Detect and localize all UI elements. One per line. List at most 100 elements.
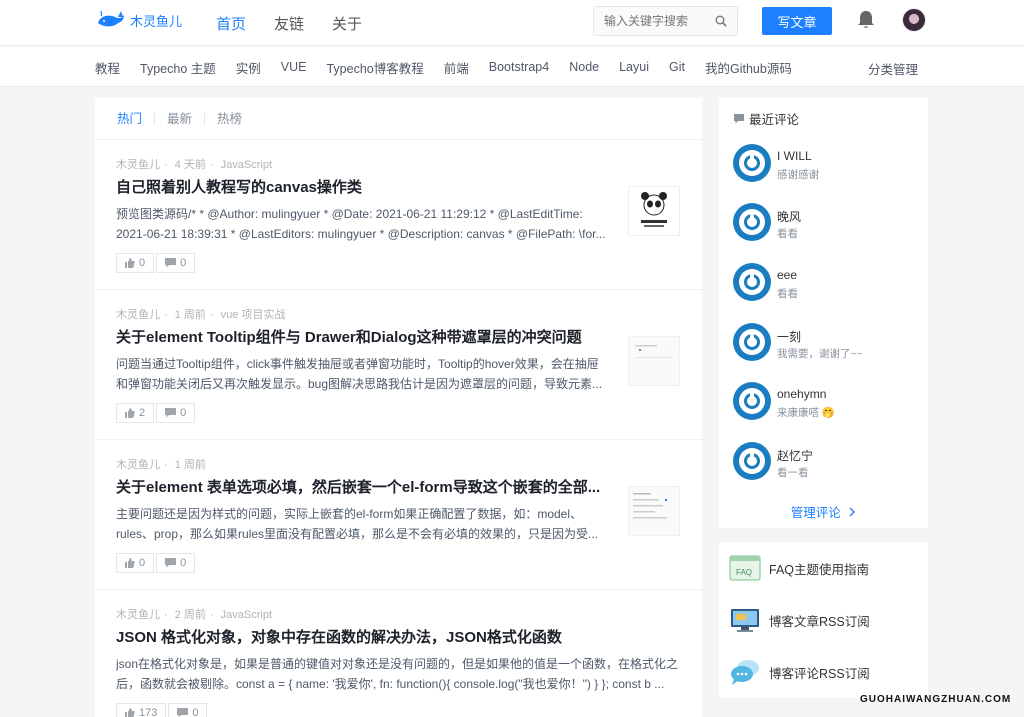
category-item[interactable]: VUE [281, 60, 307, 74]
main-nav: 首页 友链 关于 [216, 0, 362, 46]
article-rss-link[interactable]: 博客文章RSS订阅 [729, 605, 870, 635]
search-icon[interactable] [715, 15, 727, 27]
article-category[interactable]: vue 项目实战 [221, 309, 286, 321]
comment-icon [177, 708, 189, 717]
article-excerpt: 问题当通过Tooltip组件，click事件触发抽屉或者弹窗功能时，Toolti… [116, 357, 603, 391]
thumbs-up-icon [125, 558, 135, 568]
watermark: GUOHAIWANGZHUAN.COM [860, 694, 1012, 705]
like-count: 0 [139, 257, 146, 269]
manage-comments-link[interactable]: 管理评论 [719, 502, 928, 521]
category-manage-link[interactable]: 分类管理 [868, 59, 918, 78]
chat-bubble-icon [731, 660, 759, 685]
nav-home[interactable]: 首页 [216, 13, 246, 34]
article-item: 木灵鱼儿 · 4 天前 · JavaScript 自己照着别人教程写的canvas操… [95, 140, 702, 290]
whale-icon [98, 10, 124, 27]
article-excerpt: 主要问题还是因为样式的问题，实际上嵌套的el-form如果正确配置了数据，如：m… [116, 507, 599, 541]
comment-item[interactable]: I WILL 感谢感谢 [733, 140, 923, 188]
nav-links[interactable]: 友链 [274, 13, 304, 34]
article-author[interactable]: 木灵鱼儿 [116, 609, 160, 621]
category-item[interactable]: Layui [619, 60, 649, 74]
comment-icon [165, 558, 177, 568]
comment-button[interactable]: 0 [156, 253, 196, 273]
thumbs-up-icon [125, 708, 135, 717]
commenter-name: 一刻 [777, 330, 802, 344]
bell-icon[interactable] [857, 10, 875, 30]
logo[interactable]: 木灵鱼儿 [96, 8, 182, 32]
like-count: 0 [139, 557, 146, 569]
tab-ranking[interactable]: 热榜 [204, 112, 254, 125]
like-count: 173 [139, 707, 158, 717]
comment-text: 看看 [777, 288, 798, 300]
article-thumbnail[interactable] [628, 186, 680, 236]
category-bar: 教程 Typecho 主题 实例 VUE Typecho博客教程 前端 Boot… [0, 47, 1024, 87]
article-author[interactable]: 木灵鱼儿 [116, 159, 160, 171]
article-title[interactable]: 关于element Tooltip组件与 Drawer和Dialog这种带遮罩层… [116, 326, 606, 347]
article-thumbnail[interactable] [628, 336, 680, 386]
chevron-right-icon [849, 507, 856, 517]
comment-rss-link[interactable]: 博客评论RSS订阅 [729, 657, 870, 687]
article-tabs: 热门 最新 热榜 [95, 98, 702, 140]
article-item: 木灵鱼儿 · 1 周前 · vue 项目实战 关于element Tooltip组件… [95, 290, 702, 440]
article-actions: 0 0 [116, 553, 196, 573]
like-count: 2 [139, 407, 146, 419]
search-input[interactable] [594, 7, 704, 35]
article-title[interactable]: 自己照着别人教程写的canvas操作类 [116, 176, 606, 197]
comment-button[interactable]: 0 [156, 553, 196, 573]
screenshot-image [629, 487, 679, 535]
like-button[interactable]: 173 [116, 703, 167, 717]
comment-item[interactable]: 一刻 我需要，谢谢了~~ [733, 319, 923, 367]
write-article-button[interactable]: 写文章 [762, 7, 832, 35]
category-item[interactable]: Git [669, 60, 685, 74]
like-button[interactable]: 2 [116, 403, 155, 423]
commenter-avatar [733, 263, 771, 301]
comment-button[interactable]: 0 [168, 703, 208, 717]
article-time: 4 天前 [174, 159, 206, 171]
category-item[interactable]: Typecho 主题 [140, 58, 216, 77]
comment-button[interactable]: 0 [156, 403, 196, 423]
top-navbar: 木灵鱼儿 首页 友链 关于 写文章 [0, 0, 1024, 46]
comment-item[interactable]: 赵忆宁 看一看 [733, 438, 923, 486]
monitor-icon [731, 609, 759, 632]
user-avatar[interactable] [902, 8, 926, 32]
category-item[interactable]: 前端 [444, 58, 469, 77]
like-button[interactable]: 0 [116, 553, 155, 573]
commenter-name: 晚风 [777, 210, 802, 224]
article-author[interactable]: 木灵鱼儿 [116, 459, 160, 471]
category-item[interactable]: 教程 [95, 58, 120, 77]
comment-item[interactable]: onehymn 来康康嗒 🤭 [733, 378, 923, 426]
commenter-name: I WILL [777, 149, 812, 163]
commenter-name: eee [777, 268, 798, 282]
category-item[interactable]: Node [569, 60, 599, 74]
comment-item[interactable]: eee 看看 [733, 259, 923, 307]
tab-latest[interactable]: 最新 [154, 112, 204, 125]
article-title[interactable]: 关于element 表单选项必填，然后嵌套一个el-form导致这个嵌套的全部.… [116, 476, 606, 497]
comment-icon [165, 408, 177, 418]
faq-guide-link[interactable]: FAQ FAQ主题使用指南 [729, 553, 869, 583]
faq-guide-label: FAQ主题使用指南 [769, 562, 870, 577]
tab-hot[interactable]: 热门 [117, 112, 154, 125]
article-thumbnail[interactable] [628, 486, 680, 536]
recent-comments-title: 最近评论 [749, 113, 800, 127]
screenshot-image [629, 337, 679, 385]
article-item: 木灵鱼儿 · 1 周前 关于element 表单选项必填，然后嵌套一个el-for… [95, 440, 702, 590]
svg-text:FAQ: FAQ [736, 568, 752, 577]
category-item[interactable]: 实例 [236, 58, 261, 77]
article-time: 1 周前 [174, 459, 206, 471]
article-meta: 木灵鱼儿 · 1 周前 [116, 459, 206, 471]
recent-comments-heading: 最近评论 [733, 109, 799, 128]
article-meta: 木灵鱼儿 · 4 天前 · JavaScript [116, 159, 273, 171]
article-title[interactable]: JSON 格式化对象，对象中存在函数的解决办法，JSON格式化函数 [116, 626, 696, 647]
like-button[interactable]: 0 [116, 253, 155, 273]
article-rss-label: 博客文章RSS订阅 [769, 614, 870, 629]
category-item[interactable]: Bootstrap4 [489, 60, 549, 74]
article-category[interactable]: JavaScript [221, 609, 272, 621]
nav-about[interactable]: 关于 [332, 13, 362, 34]
comment-bubble-icon [734, 114, 744, 124]
commenter-avatar [733, 203, 771, 241]
category-item[interactable]: Typecho博客教程 [326, 58, 423, 77]
comment-item[interactable]: 晚风 看看 [733, 199, 923, 247]
thumbs-up-icon [125, 408, 135, 418]
category-item[interactable]: 我的Github源码 [705, 58, 792, 77]
article-author[interactable]: 木灵鱼儿 [116, 309, 160, 321]
article-category[interactable]: JavaScript [221, 159, 272, 171]
